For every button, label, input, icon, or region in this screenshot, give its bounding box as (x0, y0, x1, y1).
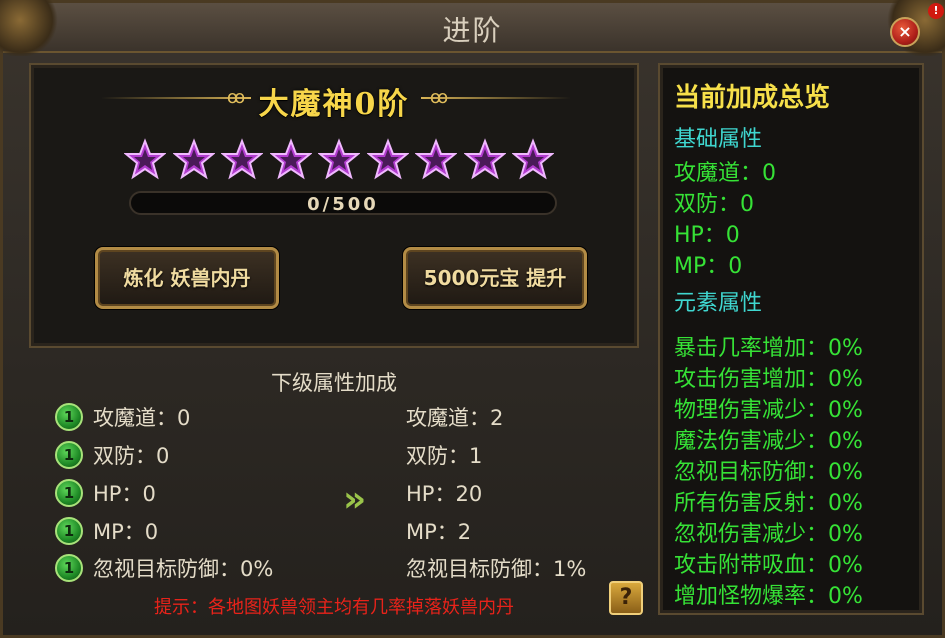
star-icon (221, 138, 263, 180)
ornament-left-icon: ꝏ (226, 87, 246, 108)
next-stat-row: 攻魔道：2 (406, 403, 503, 431)
next-level-title: 下级属性加成 (271, 371, 397, 395)
element-attr: 魔法伤害减少：0% (674, 429, 863, 454)
current-stat: HP：0 (93, 482, 156, 506)
element-attr: 物理伤害减少：0% (674, 398, 863, 423)
element-attr: 攻击伤害增加：0% (674, 367, 863, 392)
star-icon (124, 138, 166, 180)
progress-text: 0/500 (307, 194, 379, 215)
star-icon (269, 138, 312, 180)
close-button[interactable]: × (890, 17, 920, 47)
refine-button[interactable]: 炼化 妖兽内丹 (95, 247, 279, 309)
next-stat: 忽视目标防御：1% (406, 557, 587, 581)
level-badge-icon: 1 (55, 554, 83, 582)
level-badge-icon: 1 (55, 517, 83, 545)
next-stat-row: HP：20 (406, 479, 482, 507)
element-attr: 忽视伤害减少：0% (674, 522, 863, 547)
divider-right (421, 97, 571, 99)
star-icon (463, 138, 506, 180)
star-icon (512, 138, 554, 180)
next-stat: 攻魔道：2 (406, 406, 504, 430)
base-attr: 攻魔道：0 (674, 161, 776, 186)
current-stat: 攻魔道：0 (93, 406, 191, 430)
element-attr-heading: 元素属性 (674, 291, 763, 316)
element-attr: 忽视目标防御：0% (674, 460, 863, 485)
base-attr: 双防：0 (674, 192, 754, 217)
advance-window: 进阶 × ! ꝏ 大魔神0阶 ꝏ 0/500 炼化 妖兽内丹 5000元宝 提升… (0, 0, 945, 638)
summary-title: 当前加成总览 (674, 83, 831, 113)
star-icon (318, 138, 360, 180)
current-stat: 忽视目标防御：0% (93, 557, 274, 581)
window-title: 进阶 (442, 14, 503, 47)
current-stat-row: 1 MP：0 (55, 517, 158, 545)
current-stat-row: 1 忽视目标防御：0% (55, 554, 273, 582)
next-stat: 双防：1 (406, 444, 483, 468)
element-attr: 攻击附带吸血：0% (674, 553, 863, 578)
next-stat: HP：20 (406, 482, 483, 506)
star-icon (172, 138, 215, 180)
star-icon (366, 138, 409, 180)
element-attr: 所有伤害反射：0% (674, 491, 863, 516)
current-stat-row: 1 双防：0 (55, 441, 169, 469)
element-attr: 增加怪物爆率：0% (674, 584, 863, 609)
notification-badge: ! (928, 3, 944, 19)
hint-text: 提示：各地图妖兽领主均有几率掉落妖兽内丹 (154, 597, 514, 618)
current-stat: MP：0 (93, 520, 159, 544)
close-icon: × (898, 22, 912, 41)
title-bar[interactable]: 进阶 (0, 0, 945, 56)
element-attr: 暴击几率增加：0% (674, 336, 863, 361)
star-icon (415, 138, 457, 180)
upgrade-button[interactable]: 5000元宝 提升 (403, 247, 587, 309)
rank-header: ꝏ 大魔神0阶 ꝏ (31, 75, 637, 122)
current-stat: 双防：0 (93, 444, 170, 468)
current-stat-row: 1 攻魔道：0 (55, 403, 190, 431)
next-stat: MP：2 (406, 520, 472, 544)
base-attr-heading: 基础属性 (674, 127, 763, 152)
rank-title: 大魔神0阶 (258, 87, 410, 122)
level-badge-icon: 1 (55, 479, 83, 507)
arrow-right-icon: » (343, 479, 366, 520)
current-stat-row: 1 HP：0 (55, 479, 156, 507)
base-attr: MP：0 (674, 254, 743, 279)
star-row (124, 138, 554, 182)
rank-panel: ꝏ 大魔神0阶 ꝏ 0/500 炼化 妖兽内丹 5000元宝 提升 (29, 63, 639, 348)
level-badge-icon: 1 (55, 441, 83, 469)
next-stat-row: 忽视目标防御：1% (406, 554, 586, 582)
next-stat-row: MP：2 (406, 517, 471, 545)
summary-panel: 当前加成总览 基础属性 攻魔道：0 双防：0 HP：0 MP：0 元素属性 暴击… (658, 63, 924, 615)
level-badge-icon: 1 (55, 403, 83, 431)
help-button[interactable]: ? (609, 581, 643, 615)
progress-bar: 0/500 (129, 191, 557, 215)
base-attr: HP：0 (674, 223, 740, 248)
next-stat-row: 双防：1 (406, 441, 482, 469)
